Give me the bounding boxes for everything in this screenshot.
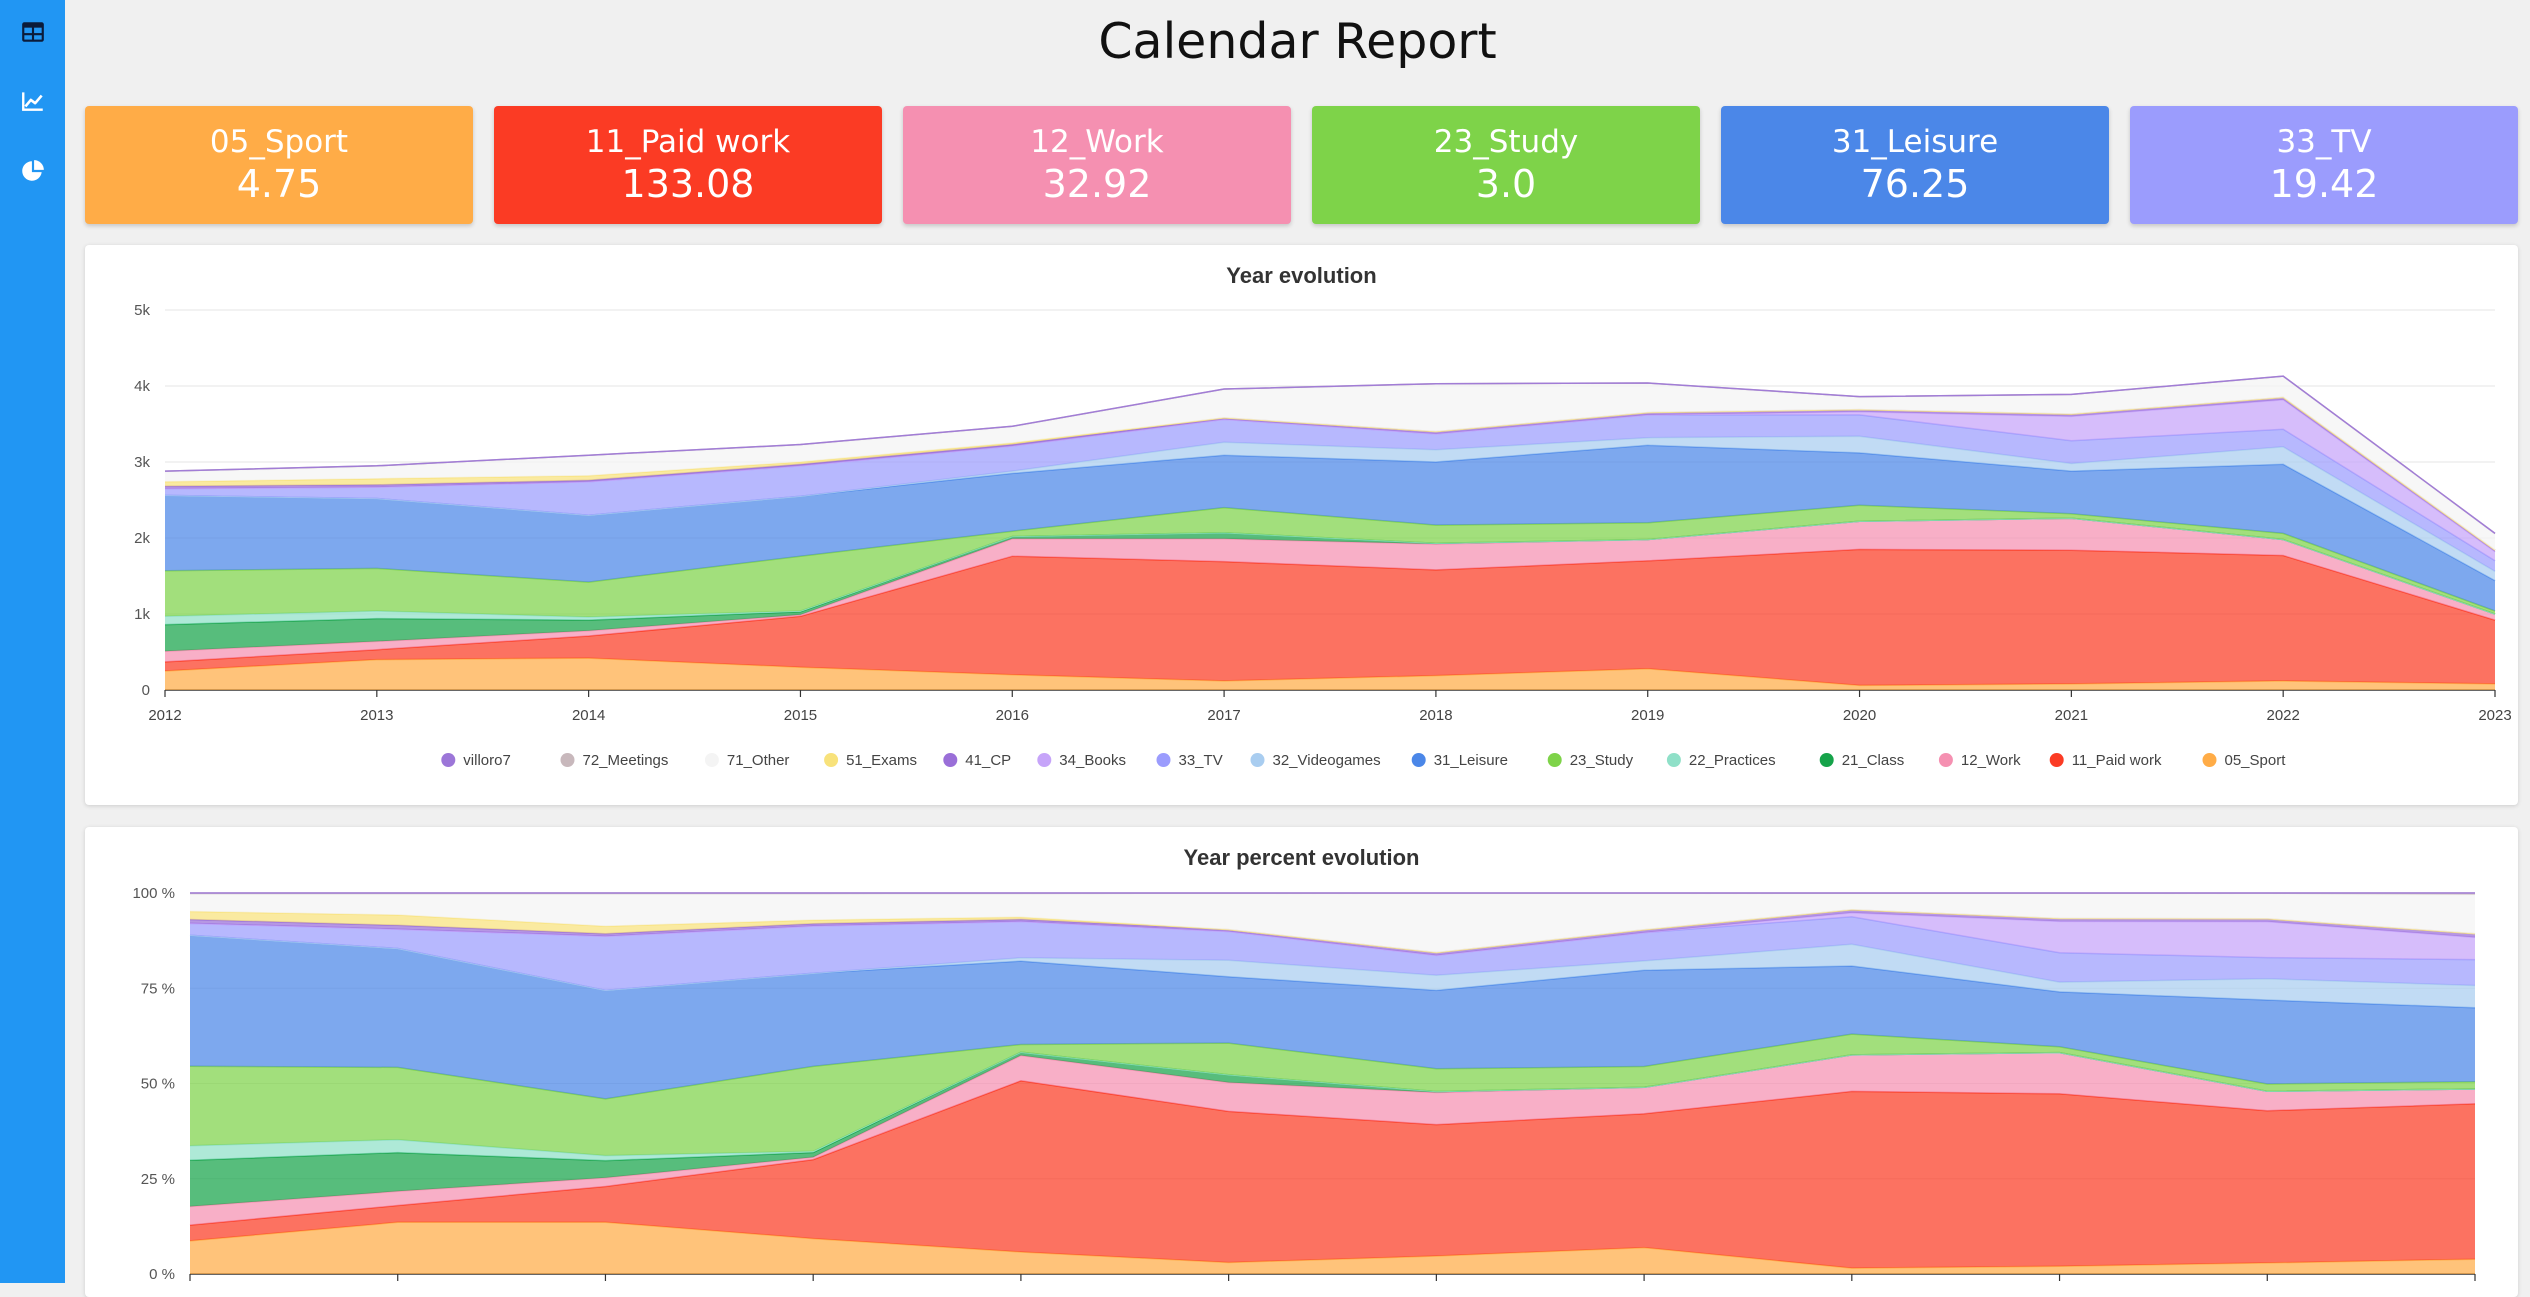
x-tick-label: 2017 [1207, 707, 1240, 724]
summary-card-work: 12_Work 32.92 [903, 106, 1291, 224]
y-tick-label: 25 % [141, 1171, 175, 1188]
y-tick-label: 5k [134, 302, 150, 319]
y-tick-label: 0 [142, 682, 150, 699]
y-tick-label: 1k [134, 606, 150, 623]
summary-card-leisure: 31_Leisure 76.25 [1721, 106, 2109, 224]
legend-item-villoro7[interactable]: villoro7 [441, 752, 511, 769]
legend-marker [1037, 753, 1052, 767]
legend-label: 34_Books [1059, 752, 1126, 769]
card-value: 4.75 [236, 162, 322, 206]
x-tick-label: 2023 [2478, 707, 2511, 724]
x-tick-label: 2020 [1843, 707, 1876, 724]
year-evolution-panel: Year evolution 0 1k 2k 3k 4k 5k 2012 2013 2014 20… [85, 245, 2518, 805]
legend-label: 11_Paid work [2072, 752, 2162, 769]
year-evolution-chart[interactable]: 0 1k 2k 3k 4k 5k 2012 2013 2014 2015 2016 2017 2018 2… [85, 245, 2518, 805]
card-label: 23_Study [1433, 124, 1579, 160]
legend-label: 31_Leisure [1434, 752, 1508, 769]
y-tick-label: 50 % [141, 1076, 175, 1093]
legend-item-32-videogames[interactable]: 32_Videogames [1250, 752, 1381, 769]
card-value: 3.0 [1475, 162, 1537, 206]
legend-item-12-work[interactable]: 12_Work [1938, 752, 2021, 769]
legend-item-41-cp[interactable]: 41_CP [943, 752, 1011, 769]
card-value: 133.08 [621, 162, 755, 206]
x-tick-label: 2013 [360, 707, 393, 724]
legend-label: 22_Practices [1689, 752, 1776, 769]
legend-label: 32_Videogames [1273, 752, 1381, 769]
summary-card-paid-work: 11_Paid work 133.08 [494, 106, 882, 224]
y-tick-label: 3k [134, 454, 150, 471]
card-label: 11_Paid work [585, 124, 791, 160]
legend-item-11-paid-work[interactable]: 11_Paid work [2049, 752, 2162, 769]
legend-item-71-other[interactable]: 71_Other [704, 752, 790, 769]
legend-label: 41_CP [965, 752, 1011, 769]
legend-item-51-exams[interactable]: 51_Exams [824, 752, 917, 769]
legend-item-34-books[interactable]: 34_Books [1037, 752, 1126, 769]
y-tick-label: 75 % [141, 980, 175, 997]
card-label: 12_Work [1030, 124, 1164, 160]
y-tick-label: 0 % [149, 1266, 175, 1283]
card-value: 19.42 [2269, 162, 2379, 206]
legend-label: villoro7 [463, 752, 511, 769]
x-tick-label: 2014 [572, 707, 605, 724]
legend-item-72-meetings[interactable]: 72_Meetings [560, 752, 669, 769]
legend-marker [2049, 753, 2064, 767]
legend-label: 23_Study [1570, 752, 1634, 769]
sidebar-item-line-chart[interactable] [15, 83, 50, 118]
legend-item-31-leisure[interactable]: 31_Leisure [1411, 752, 1508, 769]
legend-marker [704, 753, 719, 767]
chart-legend: villoro7 72_Meetings 71_Other 51_Exams 41_CP… [441, 752, 2286, 769]
legend-marker [1411, 753, 1426, 767]
legend-item-23-study[interactable]: 23_Study [1547, 752, 1634, 769]
card-value: 76.25 [1860, 162, 1970, 206]
legend-marker [1547, 753, 1562, 767]
x-tick-label: 2019 [1631, 707, 1664, 724]
card-label: 05_Sport [209, 124, 349, 160]
legend-item-33-tv[interactable]: 33_TV [1156, 752, 1223, 769]
legend-marker [2202, 753, 2217, 767]
summary-card-tv: 33_TV 19.42 [2130, 106, 2518, 224]
legend-label: 51_Exams [846, 752, 917, 769]
x-tick-label: 2015 [784, 707, 817, 724]
pie-chart-icon [21, 159, 44, 181]
year-percent-evolution-panel: Year percent evolution 0 % 25 % 50 % 75 % 10… [85, 827, 2518, 1297]
sidebar [0, 0, 65, 1283]
x-tick-label: 2018 [1419, 707, 1452, 724]
legend-marker [1666, 753, 1681, 767]
legend-marker [441, 753, 456, 767]
x-tick-label: 2012 [148, 707, 181, 724]
y-tick-label: 100 % [132, 885, 175, 902]
sidebar-item-pie-chart[interactable] [15, 153, 50, 188]
legend-label: 05_Sport [2225, 752, 2287, 769]
summary-card-sport: 05_Sport 4.75 [85, 106, 473, 224]
legend-marker [824, 753, 839, 767]
sidebar-item-table[interactable] [15, 14, 50, 49]
legend-label: 72_Meetings [583, 752, 669, 769]
legend-marker [1250, 753, 1265, 767]
table-icon [21, 21, 44, 42]
legend-label: 21_Class [1842, 752, 1905, 769]
y-tick-label: 4k [134, 378, 150, 395]
page-title: Calendar Report [1098, 13, 1497, 70]
legend-item-21-class[interactable]: 21_Class [1819, 752, 1905, 769]
y-tick-label: 2k [134, 530, 150, 547]
legend-label: 33_TV [1179, 752, 1223, 769]
card-label: 31_Leisure [1831, 124, 1999, 160]
x-tick-label: 2022 [2266, 707, 2299, 724]
legend-marker [1819, 753, 1834, 767]
legend-item-05-sport[interactable]: 05_Sport [2202, 752, 2287, 769]
x-tick-label: 2021 [2055, 707, 2088, 724]
legend-marker [943, 753, 958, 767]
line-chart-icon [21, 91, 43, 111]
legend-marker [1938, 753, 1953, 767]
legend-label: 71_Other [727, 752, 790, 769]
legend-marker [1156, 753, 1171, 767]
year-percent-evolution-chart[interactable]: 0 % 25 % 50 % 75 % 100 % [85, 827, 2518, 1297]
legend-item-22-practices[interactable]: 22_Practices [1666, 752, 1776, 769]
x-tick-label: 2016 [996, 707, 1029, 724]
legend-marker [560, 753, 575, 767]
card-value: 32.92 [1042, 162, 1152, 206]
legend-label: 12_Work [1961, 752, 2021, 769]
summary-card-study: 23_Study 3.0 [1312, 106, 1700, 224]
card-label: 33_TV [2276, 124, 2372, 160]
